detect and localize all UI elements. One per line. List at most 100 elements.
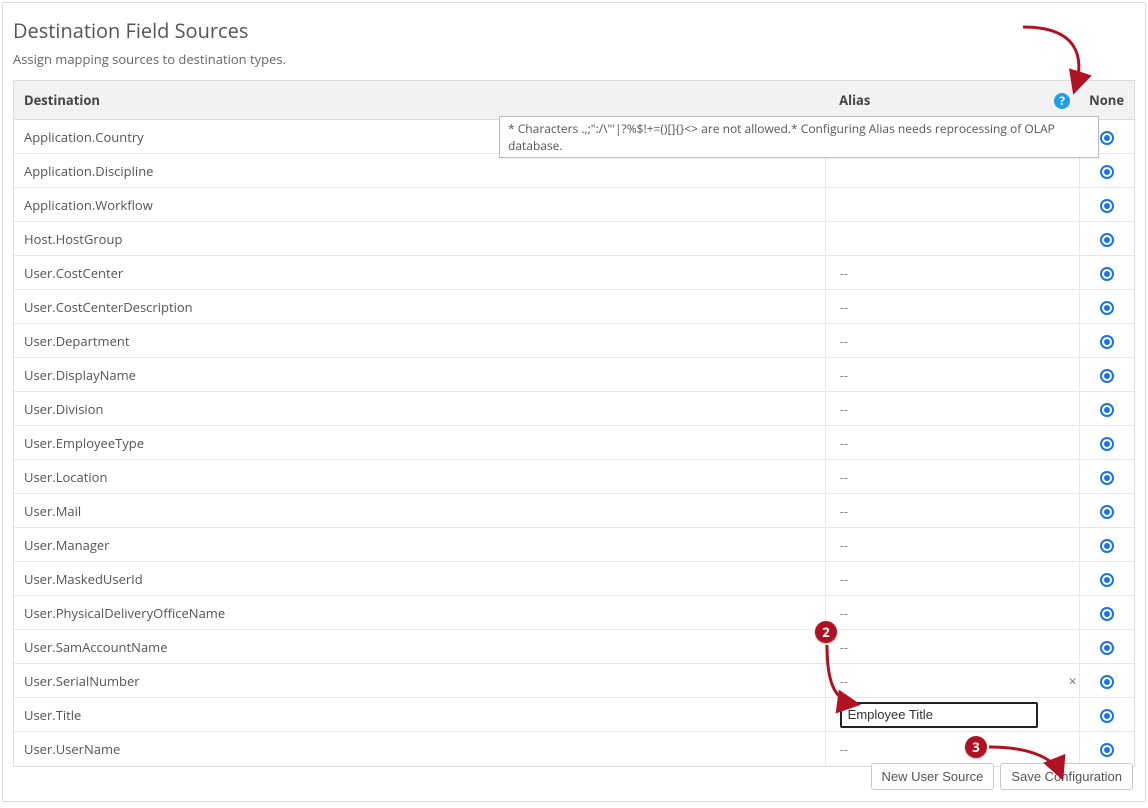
- none-radio[interactable]: [1100, 539, 1114, 553]
- alias-text: --: [840, 264, 848, 282]
- destination-cell: Application.Discipline: [14, 154, 825, 188]
- table-row: User.Title: [14, 698, 1134, 732]
- destination-cell: User.Mail: [14, 494, 825, 528]
- none-radio[interactable]: [1100, 369, 1114, 383]
- destination-cell: User.SamAccountName: [14, 630, 825, 664]
- table-row: Application.Discipline: [14, 154, 1134, 188]
- none-radio[interactable]: [1100, 471, 1114, 485]
- alias-text: --: [840, 298, 848, 316]
- close-icon[interactable]: ×: [1069, 672, 1077, 691]
- destination-cell: User.PhysicalDeliveryOfficeName: [14, 596, 825, 630]
- destination-cell: User.Division: [14, 392, 825, 426]
- none-cell: [1079, 732, 1134, 766]
- alias-cell[interactable]: --: [825, 562, 1079, 596]
- table-row: User.CostCenterDescription --: [14, 290, 1134, 324]
- table-row: User.SerialNumber -- ×: [14, 664, 1134, 698]
- alias-cell[interactable]: [825, 698, 1079, 732]
- alias-input[interactable]: [840, 702, 1038, 728]
- none-radio[interactable]: [1100, 131, 1114, 145]
- alias-text: --: [840, 468, 848, 486]
- destination-cell: User.Department: [14, 324, 825, 358]
- none-cell: [1079, 222, 1134, 256]
- page-title: Destination Field Sources: [13, 17, 1135, 44]
- none-cell: [1079, 528, 1134, 562]
- alias-cell[interactable]: --: [825, 392, 1079, 426]
- alias-cell[interactable]: [825, 188, 1079, 222]
- alias-cell[interactable]: --: [825, 528, 1079, 562]
- none-radio[interactable]: [1100, 675, 1114, 689]
- none-radio[interactable]: [1100, 437, 1114, 451]
- none-cell: [1079, 494, 1134, 528]
- alias-text: --: [840, 332, 848, 350]
- alias-text: --: [840, 638, 848, 656]
- none-radio[interactable]: [1100, 607, 1114, 621]
- none-cell: [1079, 664, 1134, 698]
- alias-cell[interactable]: --: [825, 460, 1079, 494]
- none-radio[interactable]: [1100, 267, 1114, 281]
- table-row: User.MaskedUserId--: [14, 562, 1134, 596]
- alias-text: --: [840, 672, 848, 690]
- none-cell: [1079, 188, 1134, 222]
- table-row: User.Manager--: [14, 528, 1134, 562]
- none-cell: [1079, 426, 1134, 460]
- none-radio[interactable]: [1100, 573, 1114, 587]
- alias-cell[interactable]: --: [825, 358, 1079, 392]
- table-row: Application.Workflow: [14, 188, 1134, 222]
- alias-cell[interactable]: --: [825, 630, 1079, 664]
- none-radio[interactable]: [1100, 335, 1114, 349]
- help-icon[interactable]: ?: [1054, 93, 1070, 109]
- none-radio[interactable]: [1100, 505, 1114, 519]
- destination-cell: User.Title: [14, 698, 825, 732]
- destination-cell: Host.HostGroup: [14, 222, 825, 256]
- table-row: User.Division --: [14, 392, 1134, 426]
- alias-text: --: [840, 400, 848, 418]
- alias-cell[interactable]: [825, 222, 1079, 256]
- destination-cell: Application.Workflow: [14, 188, 825, 222]
- none-cell: [1079, 698, 1134, 732]
- none-radio[interactable]: [1100, 403, 1114, 417]
- alias-text: --: [840, 604, 848, 622]
- alias-cell[interactable]: -- ×: [825, 664, 1079, 698]
- alias-help-tooltip: * Characters .,;":/\"'|?%$!+=()[]{}<> ar…: [499, 116, 1099, 158]
- none-radio[interactable]: [1100, 233, 1114, 247]
- none-radio[interactable]: [1100, 165, 1114, 179]
- alias-cell[interactable]: --: [825, 290, 1079, 324]
- alias-text: --: [840, 502, 848, 520]
- col-header-alias[interactable]: Alias: [825, 81, 1045, 120]
- annotation-badge-3: 3: [965, 736, 987, 758]
- alias-cell[interactable]: [825, 154, 1079, 188]
- destination-table: Destination Alias ? None Application.Cou…: [13, 80, 1135, 767]
- annotation-badge-2: 2: [815, 621, 837, 643]
- none-radio[interactable]: [1100, 709, 1114, 723]
- table-row: User.EmployeeType--: [14, 426, 1134, 460]
- alias-text: --: [840, 570, 848, 588]
- none-cell: [1079, 154, 1134, 188]
- table-row: User.DisplayName--: [14, 358, 1134, 392]
- alias-cell[interactable]: --: [825, 732, 1079, 766]
- destination-cell: User.CostCenterDescription: [14, 290, 825, 324]
- save-configuration-button[interactable]: Save Configuration: [1000, 763, 1133, 790]
- col-header-destination[interactable]: Destination: [14, 81, 825, 120]
- none-radio[interactable]: [1100, 641, 1114, 655]
- none-radio[interactable]: [1100, 199, 1114, 213]
- alias-cell[interactable]: --: [825, 324, 1079, 358]
- none-cell: [1079, 460, 1134, 494]
- new-user-source-button[interactable]: New User Source: [871, 763, 995, 790]
- none-cell: [1079, 392, 1134, 426]
- alias-cell[interactable]: --: [825, 596, 1079, 630]
- destination-cell: User.EmployeeType: [14, 426, 825, 460]
- table-row: User.PhysicalDeliveryOfficeName --: [14, 596, 1134, 630]
- none-radio[interactable]: [1100, 743, 1114, 757]
- none-cell: [1079, 290, 1134, 324]
- col-header-alias-help[interactable]: ?: [1045, 81, 1079, 120]
- alias-cell[interactable]: --: [825, 256, 1079, 290]
- alias-cell[interactable]: --: [825, 426, 1079, 460]
- alias-text: --: [840, 536, 848, 554]
- table-row: User.Department --: [14, 324, 1134, 358]
- col-header-none[interactable]: None: [1079, 81, 1134, 120]
- destination-cell: User.CostCenter: [14, 256, 825, 290]
- none-cell: [1079, 256, 1134, 290]
- alias-cell[interactable]: --: [825, 494, 1079, 528]
- destination-cell: User.SerialNumber: [14, 664, 825, 698]
- none-radio[interactable]: [1100, 301, 1114, 315]
